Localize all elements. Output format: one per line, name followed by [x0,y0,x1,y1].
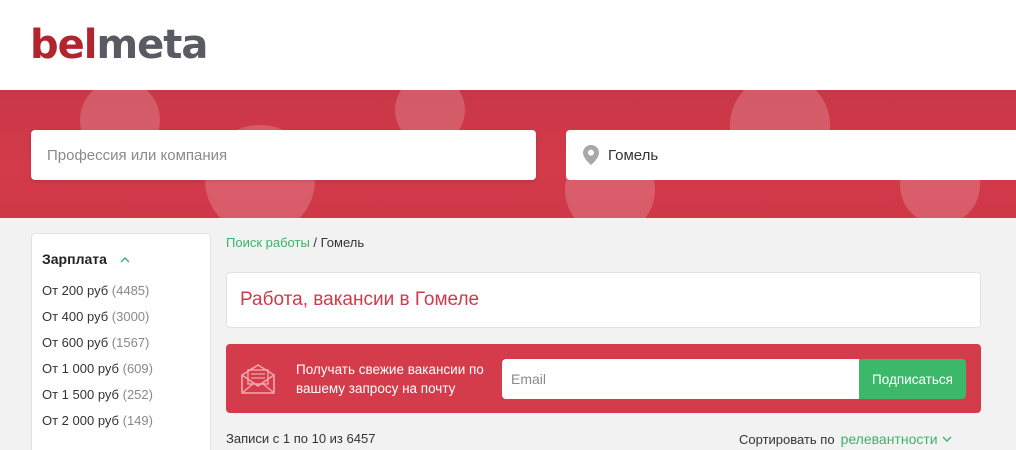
salary-option-count: (4485) [111,283,150,298]
salary-filter-title[interactable]: Зарплата [42,251,107,267]
subscribe-text: Получать свежие вакансии по вашему запро… [296,362,484,396]
subscribe-button[interactable]: Подписаться [859,359,966,399]
salary-option-label: От 1 500 руб [42,387,119,402]
location-input[interactable] [608,130,1008,180]
salary-option-label: От 1 000 руб [42,361,119,376]
sort-dropdown[interactable]: релевантности [841,431,952,447]
subscribe-email-input[interactable] [502,359,860,399]
breadcrumb-current: Гомель [320,235,365,250]
site-logo[interactable]: belmeta [30,20,208,70]
profession-search-input[interactable] [31,130,536,180]
salary-option-label: От 600 руб [42,335,109,350]
salary-option[interactable]: От 1 500 руб (252) [42,386,153,412]
sort-value: релевантности [840,431,938,447]
salary-option-count: (3000) [111,309,150,324]
sort-label: Сортировать по [739,432,835,447]
map-pin-icon [583,145,599,165]
salary-filter-list: От 200 руб (4485) От 400 руб (3000) От 6… [42,282,153,438]
search-hero [0,90,1016,218]
subscribe-banner: Получать свежие вакансии по вашему запро… [226,344,981,413]
salary-option-count: (1567) [111,335,150,350]
envelope-icon [241,364,275,394]
top-bar: belmeta [0,0,1016,90]
salary-option-label: От 2 000 руб [42,413,119,428]
salary-option[interactable]: От 2 000 руб (149) [42,412,153,438]
salary-filter-panel: Зарплата От 200 руб (4485) От 400 руб (3… [31,233,211,450]
page-title-card: Работа, вакансии в Гомеле [226,272,981,328]
location-field[interactable] [566,130,1016,180]
breadcrumb-separator: / [309,235,321,250]
salary-option-label: От 400 руб [42,309,109,324]
salary-option-count: (149) [122,413,153,428]
salary-option[interactable]: От 1 000 руб (609) [42,360,153,386]
salary-option-count: (252) [122,387,153,402]
page-title: Работа, вакансии в Гомеле [240,289,480,310]
results-count: Записи с 1 по 10 из 6457 [226,431,376,446]
salary-option-count: (609) [122,361,153,376]
chevron-down-icon [942,436,952,442]
breadcrumb-job-search-link[interactable]: Поиск работы [226,235,310,250]
logo-part-bel: bel [30,22,97,68]
logo-part-meta: meta [96,22,208,68]
chevron-up-icon[interactable] [120,255,130,265]
salary-option-label: От 200 руб [42,283,109,298]
salary-option[interactable]: От 200 руб (4485) [42,282,153,308]
breadcrumb: Поиск работы / Гомель [226,235,364,250]
sort-control: Сортировать по релевантности [739,431,952,447]
salary-option[interactable]: От 400 руб (3000) [42,308,153,334]
salary-option[interactable]: От 600 руб (1567) [42,334,153,360]
